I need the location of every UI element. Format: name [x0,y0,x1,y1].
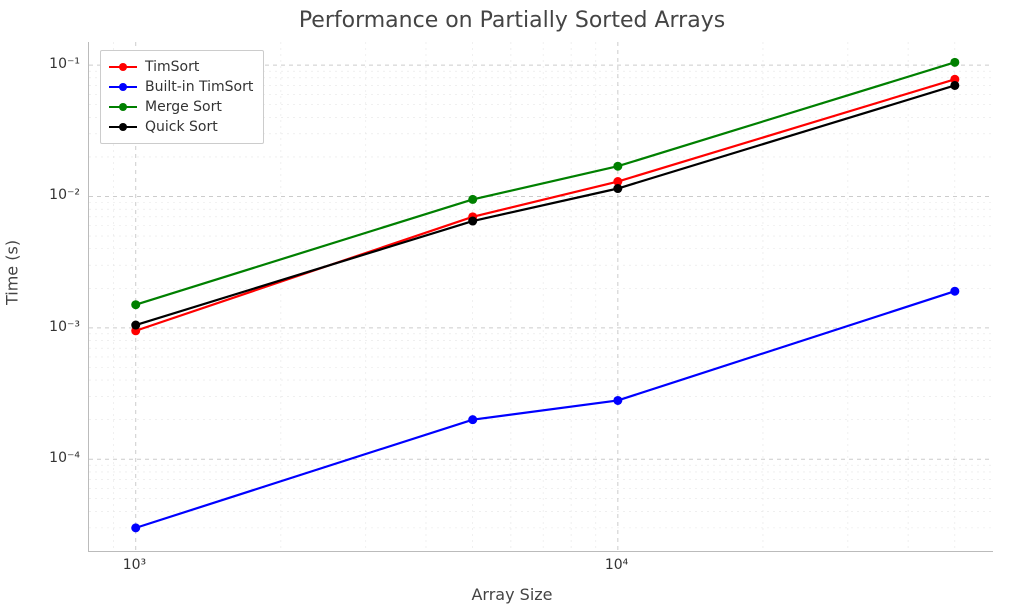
legend-label: Quick Sort [145,119,218,135]
series-marker [950,58,959,67]
legend-label: Built-in TimSort [145,79,253,95]
series-marker [468,217,477,226]
legend-swatch-icon [109,81,137,93]
series-marker [131,321,140,330]
legend-swatch-icon [109,121,137,133]
y-tick-label: 10⁻³ [40,319,80,335]
x-tick-label: 10⁴ [605,557,628,573]
y-tick-label: 10⁻¹ [40,56,80,72]
figure: Performance on Partially Sorted Arrays T… [0,0,1024,610]
series-marker [950,287,959,296]
x-tick-label: 10³ [123,557,146,573]
legend-label: TimSort [145,59,199,75]
series-marker [613,162,622,171]
series-marker [468,415,477,424]
legend-item-merge-sort: Merge Sort [109,97,253,117]
legend-swatch-icon [109,101,137,113]
chart-title: Performance on Partially Sorted Arrays [0,8,1024,33]
y-axis-label: Time (s) [3,240,22,305]
x-axis-label: Array Size [0,585,1024,604]
series-marker [468,195,477,204]
series-marker [613,396,622,405]
legend-item-builtin-timsort: Built-in TimSort [109,77,253,97]
legend: TimSort Built-in TimSort Merge Sort Quic… [100,50,264,144]
y-tick-label: 10⁻⁴ [40,450,80,466]
series-line [136,291,955,528]
series-marker [950,81,959,90]
legend-item-quick-sort: Quick Sort [109,117,253,137]
series-marker [131,300,140,309]
legend-item-timsort: TimSort [109,57,253,77]
y-tick-label: 10⁻² [40,187,80,203]
series-marker [131,523,140,532]
series-marker [613,184,622,193]
legend-label: Merge Sort [145,99,222,115]
legend-swatch-icon [109,61,137,73]
